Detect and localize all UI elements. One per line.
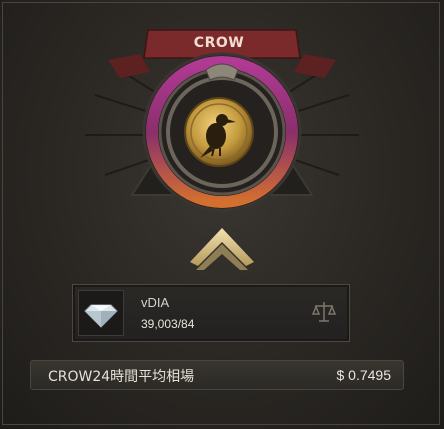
currency-card[interactable]: vDIA 39,003/84 bbox=[72, 284, 350, 342]
rank-up-chevron-icon bbox=[190, 228, 254, 270]
average-price-bar: CROW24時間平均相場 $ 0.7495 bbox=[30, 360, 404, 390]
price-label: CROW24時間平均相場 bbox=[48, 369, 195, 385]
price-value: $ 0.7495 bbox=[336, 367, 392, 383]
item-name: vDIA bbox=[141, 295, 170, 310]
scale-icon[interactable] bbox=[311, 299, 337, 325]
item-count: 39,003/84 bbox=[141, 317, 195, 331]
item-icon-box bbox=[78, 290, 124, 336]
diamond-icon bbox=[84, 304, 118, 328]
banner-title: CROW bbox=[193, 35, 245, 51]
